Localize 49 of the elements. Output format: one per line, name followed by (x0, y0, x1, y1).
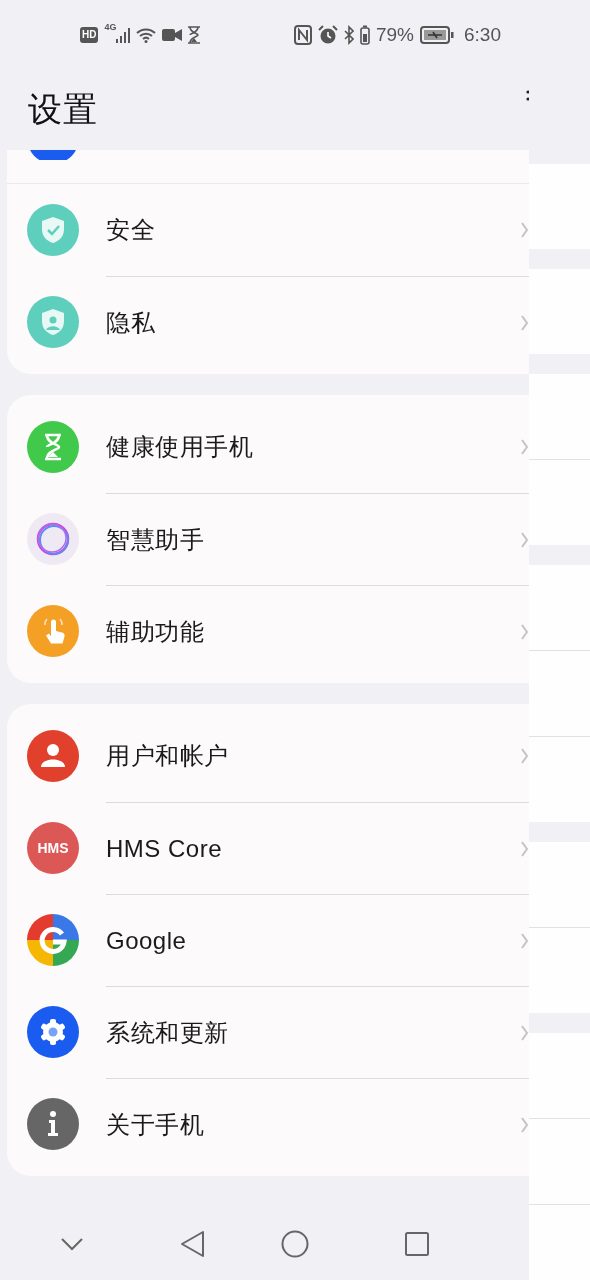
settings-item[interactable]: 健康使用手机 (7, 401, 529, 493)
settings-item[interactable]: 系统和更新 (7, 986, 529, 1078)
wifi-icon (136, 27, 157, 43)
item-label: 健康使用手机 (106, 432, 254, 462)
chevron-down-icon[interactable] (60, 1237, 84, 1251)
hourglass-icon (188, 26, 201, 44)
item-label: 辅助功能 (106, 616, 205, 647)
info-icon (27, 1098, 79, 1150)
item-label: 用户和帐户 (106, 741, 230, 771)
google-logo-icon (27, 914, 79, 966)
pointing-hand-icon (27, 605, 79, 657)
hourglass-icon (27, 421, 79, 473)
more-icon[interactable] (526, 88, 529, 102)
gear-icon (27, 1006, 79, 1058)
bluetooth-icon (344, 25, 354, 45)
shield-person-icon (27, 296, 79, 348)
back-icon[interactable] (180, 1230, 207, 1258)
settings-item[interactable]: HMS HMS Core (7, 802, 529, 894)
hd-badge: HD (80, 27, 99, 43)
battery-icon (360, 25, 370, 45)
signal-icon (116, 27, 131, 43)
settings-item[interactable]: 隐私 (7, 276, 529, 368)
hms-logo-icon: HMS (27, 822, 79, 874)
charging-battery-icon (420, 26, 454, 44)
clock-time: 6:30 (464, 24, 501, 46)
nfc-icon (294, 25, 312, 45)
person-icon (27, 730, 79, 782)
settings-item[interactable]: Google (7, 894, 529, 986)
item-label: Google (106, 926, 188, 955)
alarm-clock-icon (318, 25, 338, 45)
shield-check-icon (27, 204, 79, 256)
battery-percentage: 79% (376, 24, 414, 46)
video-camera-icon (162, 28, 183, 42)
settings-item[interactable]: 智慧助手 (7, 493, 529, 585)
settings-item[interactable]: 安全 (7, 184, 529, 276)
settings-item[interactable]: 辅助功能 (7, 585, 529, 677)
settings-item[interactable]: 用户和帐户 (7, 710, 529, 802)
page-title: 设置 (28, 89, 98, 130)
item-label: 关于手机 (106, 1109, 205, 1140)
item-label: 安全 (106, 215, 156, 245)
item-label: 智慧助手 (106, 524, 205, 555)
recent-apps-icon[interactable] (404, 1232, 429, 1256)
home-icon[interactable] (280, 1230, 309, 1258)
settings-item[interactable]: 关于手机 (7, 1078, 529, 1170)
ring-icon (27, 513, 79, 565)
item-label: 隐私 (106, 307, 156, 338)
network-type: 4G (104, 22, 117, 32)
item-label: 系统和更新 (106, 1017, 230, 1048)
item-label: HMS Core (106, 834, 224, 863)
